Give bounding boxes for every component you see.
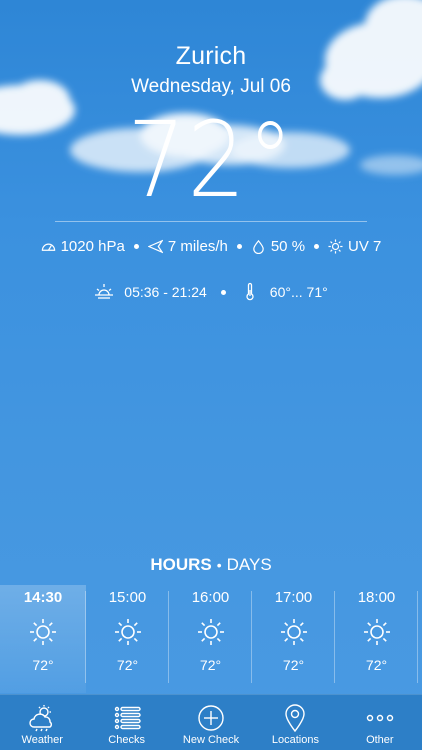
separator-dot bbox=[133, 244, 139, 249]
sun-info: 05:36 - 21:24 60°... 71° bbox=[0, 282, 422, 302]
tab-label: Locations bbox=[271, 734, 319, 746]
humidity-value: 50 % bbox=[270, 238, 306, 255]
hour-temp: 72° bbox=[365, 657, 388, 673]
more-icon bbox=[366, 714, 394, 722]
separator-dot bbox=[220, 289, 226, 295]
location-pin-icon bbox=[285, 704, 306, 733]
hour-card[interactable]: 14:30 72° bbox=[0, 585, 86, 693]
current-date: Wednesday, Jul 06 bbox=[131, 76, 291, 97]
sunrise-sunset: 05:36 - 21:24 bbox=[94, 282, 207, 302]
tab-weather[interactable]: Weather bbox=[0, 695, 84, 750]
switch-separator: • bbox=[216, 557, 222, 573]
gauge-icon bbox=[41, 243, 55, 251]
hour-time: 14:30 bbox=[23, 589, 63, 606]
hour-temp: 72° bbox=[32, 657, 54, 673]
tab-checks[interactable]: Checks bbox=[84, 695, 168, 750]
sun-icon bbox=[197, 619, 224, 645]
hour-card[interactable]: 15:00 72° bbox=[86, 585, 169, 693]
weather-stats: 1020 hPa 7 miles/h 50 % UV 7 bbox=[0, 238, 422, 255]
divider bbox=[417, 591, 418, 683]
hour-time: 17:00 bbox=[274, 589, 313, 606]
city-name: Zurich bbox=[175, 42, 247, 70]
hour-card[interactable]: 16:00 72° bbox=[169, 585, 252, 693]
humidity-stat: 50 % bbox=[251, 238, 305, 255]
separator-dot bbox=[314, 244, 320, 249]
current-temperature: 72° bbox=[0, 108, 422, 212]
tab-new-check[interactable]: New Check bbox=[169, 695, 253, 750]
list-icon bbox=[114, 706, 141, 730]
tab-label: Checks bbox=[108, 734, 145, 746]
days-tab[interactable]: DAYS bbox=[227, 555, 272, 574]
sun-icon bbox=[363, 619, 390, 645]
sun-icon bbox=[280, 619, 307, 645]
pressure-value: 1020 hPa bbox=[60, 238, 125, 255]
bottom-tab-bar: Weather Checks New Check Locations Other bbox=[0, 694, 422, 750]
plus-circle-icon bbox=[198, 705, 224, 731]
tab-label: Weather bbox=[21, 734, 63, 746]
hour-card[interactable]: 17:00 72° bbox=[252, 585, 335, 693]
hour-time: 15:00 bbox=[108, 589, 147, 606]
hour-temp: 72° bbox=[199, 657, 222, 673]
wind-direction-icon bbox=[147, 239, 163, 254]
tab-label: New Check bbox=[182, 734, 240, 746]
divider bbox=[55, 221, 367, 222]
temperature-value: 72° bbox=[127, 99, 295, 221]
uv-value: UV 7 bbox=[348, 238, 382, 255]
wind-value: 7 miles/h bbox=[167, 238, 228, 255]
cloud-sun-icon bbox=[29, 705, 53, 732]
uv-stat: UV 7 bbox=[328, 238, 381, 255]
hours-tab[interactable]: HOURS bbox=[150, 555, 211, 574]
separator-dot bbox=[236, 244, 242, 249]
tab-other[interactable]: Other bbox=[338, 695, 422, 750]
wind-stat: 7 miles/h bbox=[147, 238, 228, 255]
temp-range-value: 60°... 71° bbox=[269, 284, 328, 300]
hour-temp: 72° bbox=[116, 657, 139, 673]
hour-time: 18:00 bbox=[357, 589, 396, 606]
droplet-icon bbox=[253, 239, 264, 254]
thermometer-icon bbox=[246, 282, 254, 301]
sun-icon bbox=[328, 239, 343, 254]
sunrise-icon bbox=[95, 284, 114, 299]
hour-card[interactable]: 18:00 72° bbox=[335, 585, 418, 693]
temperature-range: 60°... 71° bbox=[240, 282, 328, 302]
sun-icon bbox=[30, 619, 56, 645]
tab-locations[interactable]: Locations bbox=[253, 695, 337, 750]
hourly-forecast[interactable]: 14:30 72° 15:00 72° 16:00 72° 17:00 72° … bbox=[0, 585, 422, 693]
hour-time: 16:00 bbox=[191, 589, 230, 606]
hour-temp: 72° bbox=[282, 657, 305, 673]
forecast-switch: HOURS • DAYS bbox=[0, 555, 422, 575]
sun-times: 05:36 - 21:24 bbox=[124, 284, 207, 300]
pressure-stat: 1020 hPa bbox=[41, 238, 125, 255]
tab-label: Other bbox=[366, 734, 394, 746]
sun-icon bbox=[114, 619, 141, 645]
